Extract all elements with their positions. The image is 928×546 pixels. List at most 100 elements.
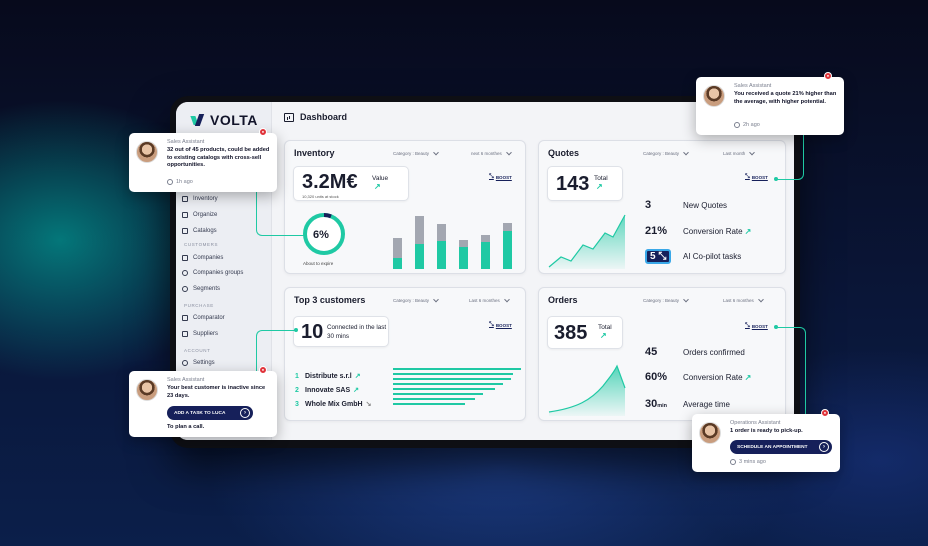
assistant-role: Sales Assistant <box>167 377 205 383</box>
chevron-right-icon: › <box>819 442 829 452</box>
sidebar-section-account: ACCOUNT <box>184 348 211 353</box>
notification-dot: ● <box>259 366 267 374</box>
customer-bar <box>393 368 521 370</box>
customers-category-filter[interactable]: Category : Beauty <box>393 296 439 303</box>
quotes-total: 143 <box>556 173 590 195</box>
trend-up-icon: ↗ <box>354 373 361 380</box>
chevron-down-icon <box>505 149 512 155</box>
assistant-role: Sales Assistant <box>167 139 205 145</box>
sidebar-section-purchase: PURCHASE <box>184 303 214 308</box>
quotes-boost-link[interactable]: ⤡ BOOST <box>745 174 768 181</box>
orders-category-filter[interactable]: Category : Beauty <box>643 296 689 303</box>
popup-timestamp: 3 mins ago <box>730 459 766 465</box>
inventory-bar-expiring <box>415 215 424 244</box>
clock-icon <box>730 459 736 465</box>
assistant-message: You received a quote 21% higher than the… <box>734 91 837 105</box>
quotes-category-filter[interactable]: Category : Beauty <box>643 149 689 156</box>
avatar <box>703 85 725 107</box>
inventory-value-box: 3.2M€ Value ↗ 10,320 units at stock <box>293 166 409 201</box>
chevron-down-icon <box>503 296 510 302</box>
magic-wand-icon: ⤡ <box>745 323 750 329</box>
trend-up-icon: ↗ <box>596 182 603 191</box>
sidebar-item-segments[interactable]: Segments <box>182 286 220 292</box>
inventory-bar-stock <box>503 230 512 269</box>
notification-dot: ● <box>821 409 829 417</box>
quotes-total-label: Total <box>594 175 608 182</box>
avatar <box>699 422 721 444</box>
avatar <box>136 141 158 163</box>
page-title: Dashboard <box>300 112 348 122</box>
inventory-icon <box>182 196 188 202</box>
sidebar-item-companies[interactable]: Companies <box>182 255 223 261</box>
sidebar-section-customers: CUSTOMERS <box>184 242 219 247</box>
magic-wand-icon: ⤡ <box>489 174 494 180</box>
quotes-period-filter[interactable]: Last month <box>723 149 756 156</box>
customer-bar <box>393 383 504 385</box>
orders-card: Orders Category : Beauty Last 6 monthes … <box>538 287 786 421</box>
inventory-bar-stock <box>437 241 446 269</box>
volta-logo-icon <box>192 114 205 126</box>
orders-period-filter[interactable]: Last 6 monthes <box>723 296 764 303</box>
inventory-bar-expiring <box>459 239 468 247</box>
sidebar-item-catalogs[interactable]: Catalogs <box>182 228 217 234</box>
assistant-role: Operations Assistant <box>730 420 781 426</box>
sidebar-item-settings[interactable]: Settings <box>182 360 215 366</box>
inventory-category-filter[interactable]: Category : Beauty <box>393 149 439 156</box>
comparator-icon <box>182 315 188 321</box>
catalog-icon <box>182 228 188 234</box>
schedule-appointment-button[interactable]: SCHEDULE AN APPOINTMENT › <box>730 440 832 454</box>
chevron-down-icon <box>433 149 439 155</box>
inventory-units: 10,320 units at stock <box>302 194 339 199</box>
globe-icon <box>182 270 188 276</box>
customers-period-filter[interactable]: Last 6 monthes <box>469 296 510 303</box>
chevron-down-icon <box>433 296 439 302</box>
inventory-bar-expiring <box>503 222 512 231</box>
sidebar-item-suppliers[interactable]: Suppliers <box>182 331 218 337</box>
assistant-popup-customer[interactable]: Sales Assistant Your best customer is in… <box>129 371 277 437</box>
inventory-bar-stock <box>481 242 490 269</box>
connector-line <box>776 134 804 180</box>
customer-row[interactable]: 2 Innovate SAS ↗ <box>295 386 359 394</box>
customers-boost-link[interactable]: ⤡ BOOST <box>489 322 512 329</box>
connector-dot <box>774 325 778 329</box>
page-header: Dashboard <box>284 112 347 122</box>
quotes-total-box: 143 Total ↗ <box>547 166 623 201</box>
segments-icon <box>182 286 188 292</box>
add-task-button[interactable]: ADD A TASK TO LUCA › <box>167 406 253 420</box>
customer-bar <box>393 393 483 395</box>
assistant-popup-quote[interactable]: Sales Assistant You received a quote 21%… <box>696 77 844 135</box>
orders-boost-link[interactable]: ⤡ BOOST <box>745 323 768 330</box>
orders-area-chart <box>548 364 626 416</box>
assistant-popup-order[interactable]: Operations Assistant 1 order is ready to… <box>692 414 840 472</box>
ai-task-count: 5 <box>650 251 656 262</box>
orders-area <box>549 366 625 416</box>
chevron-down-icon <box>757 296 764 302</box>
trend-up-icon: ↗ <box>353 387 359 394</box>
popup-timestamp: 1h ago <box>167 179 193 185</box>
customer-bar <box>393 373 514 375</box>
inventory-bar-stock <box>393 257 402 269</box>
customers-count-label: Connected in the last 30 mins <box>327 324 387 340</box>
quotes-card: Quotes Category : Beauty Last month 143 … <box>538 140 786 274</box>
app-logo[interactable]: VOLTA <box>192 112 258 128</box>
inventory-bar-stock <box>459 246 468 269</box>
assistant-message: 1 order is ready to pick-up. <box>730 428 803 434</box>
inventory-value: 3.2M€ <box>302 171 358 193</box>
trend-up-icon: ↗ <box>744 227 752 236</box>
sidebar-item-companies-groups[interactable]: Companies groups <box>182 270 243 276</box>
magic-wand-icon: ⤡ <box>489 322 494 328</box>
connector-line <box>776 327 806 415</box>
suppliers-icon <box>182 331 188 337</box>
sidebar-item-organize[interactable]: Organize <box>182 212 217 218</box>
customer-row[interactable]: 1 Distribute s.r.l ↗ <box>295 372 361 380</box>
inventory-boost-link[interactable]: ⤡ BOOST <box>489 174 512 181</box>
customer-bar <box>393 388 496 390</box>
sidebar-item-inventory[interactable]: Inventory <box>182 196 218 202</box>
orders-total-box: 385 Total ↗ <box>547 316 623 349</box>
customer-row[interactable]: 3 Whole Mix GmbH ↘ <box>295 400 371 408</box>
inventory-period-filter[interactable]: next 6 monthes <box>471 149 512 156</box>
assistant-popup-catalogs[interactable]: Sales Assistant 32 out of 45 products, c… <box>129 133 277 192</box>
customer-bar <box>393 403 465 405</box>
inventory-title: Inventory <box>294 148 335 158</box>
sidebar-item-comparator[interactable]: Comparator <box>182 315 225 321</box>
